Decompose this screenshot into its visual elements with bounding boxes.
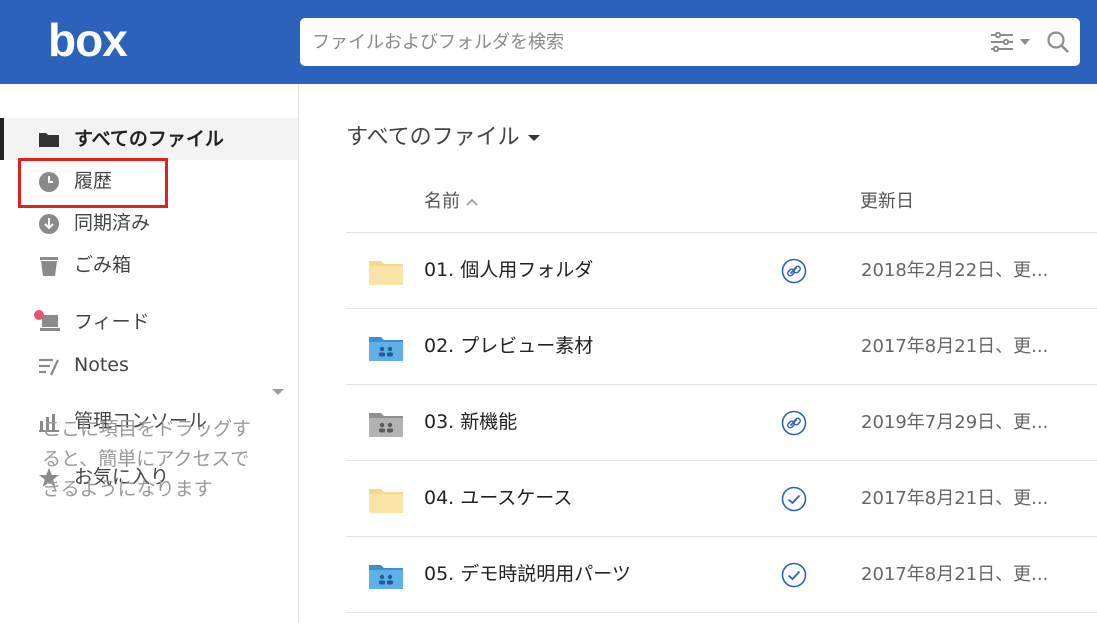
- sidebar-item-synced[interactable]: 同期済み: [0, 202, 298, 244]
- folder-icon: [369, 489, 403, 513]
- sidebar-item-label: すべてのファイル: [74, 128, 224, 150]
- file-date: 2017年8月21日、更...: [861, 488, 1049, 509]
- filter-sliders-icon[interactable]: [990, 32, 1014, 52]
- shared-link-icon[interactable]: [781, 410, 807, 436]
- sidebar-item-feed[interactable]: フィード: [0, 301, 298, 343]
- file-name[interactable]: 01. 個人用フォルダ: [424, 256, 593, 284]
- sidebar-item-label: 同期済み: [74, 212, 151, 234]
- folder-icon: [369, 261, 403, 285]
- highlight-annotation-box: [18, 158, 168, 208]
- sort-ascending-icon[interactable]: [466, 198, 478, 206]
- top-bar: box: [0, 0, 1097, 84]
- chevron-down-icon[interactable]: [527, 134, 540, 142]
- file-name[interactable]: 02. プレビュー素材: [424, 332, 593, 360]
- table-row[interactable]: 02. プレビュー素材 2017年8月21日、更...: [346, 310, 1097, 385]
- page-title[interactable]: すべてのファイル: [346, 122, 540, 154]
- column-header-name[interactable]: 名前: [424, 188, 478, 216]
- sidebar-item-all-files[interactable]: すべてのファイル: [0, 118, 298, 160]
- chevron-down-icon[interactable]: [272, 388, 284, 396]
- search-icon[interactable]: [1046, 30, 1070, 54]
- file-name[interactable]: 04. ユースケース: [424, 484, 572, 512]
- column-header-updated-label: 更新日: [860, 191, 914, 212]
- file-date: 2019年7月29日、更...: [861, 412, 1049, 433]
- favorites-hint: ここに項目をドラッグすると、簡単にアクセスできるようになります: [42, 418, 252, 500]
- collaboration-folder-icon: [369, 565, 403, 589]
- sidebar-item-label: Notes: [74, 354, 129, 376]
- sidebar-item-trash[interactable]: ごみ箱: [0, 244, 298, 286]
- table-row[interactable]: 04. ユースケース 2017年8月21日、更...: [346, 462, 1097, 537]
- synced-check-icon[interactable]: [781, 486, 807, 512]
- chevron-down-icon[interactable]: [1020, 38, 1030, 46]
- folder-icon: [39, 133, 59, 147]
- sidebar-item-label: ごみ箱: [74, 254, 132, 276]
- box-logo[interactable]: box: [48, 14, 128, 66]
- collaboration-folder-icon: [369, 413, 403, 437]
- sidebar-item-notes[interactable]: Notes: [0, 344, 298, 386]
- file-date: 2018年2月22日、更...: [861, 260, 1049, 281]
- notes-icon: [39, 358, 59, 376]
- table-row[interactable]: 03. 新機能 2019年7月29日、更...: [346, 386, 1097, 461]
- table-row[interactable]: 05. デモ時説明用パーツ 2017年8月21日、更...: [346, 538, 1097, 613]
- column-header-name-label: 名前: [424, 191, 460, 212]
- file-date: 2017年8月21日、更...: [861, 336, 1049, 357]
- feed-icon: [34, 310, 60, 331]
- sidebar-item-label: フィード: [74, 311, 150, 333]
- file-date: 2017年8月21日、更...: [861, 564, 1049, 585]
- table-row[interactable]: 01. 個人用フォルダ 2018年2月22日、更...: [346, 234, 1097, 309]
- collaboration-folder-icon: [369, 337, 403, 361]
- file-name[interactable]: 03. 新機能: [424, 408, 517, 436]
- shared-link-icon[interactable]: [781, 258, 807, 284]
- synced-check-icon[interactable]: [781, 562, 807, 588]
- column-header-updated[interactable]: 更新日: [860, 188, 914, 216]
- header-divider: [346, 232, 1097, 233]
- search-box[interactable]: [300, 18, 1080, 66]
- file-name[interactable]: 05. デモ時説明用パーツ: [424, 560, 631, 588]
- page-title-text: すべてのファイル: [346, 125, 520, 150]
- trash-icon: [40, 257, 58, 276]
- search-input[interactable]: [310, 24, 970, 60]
- sync-download-icon: [39, 214, 59, 234]
